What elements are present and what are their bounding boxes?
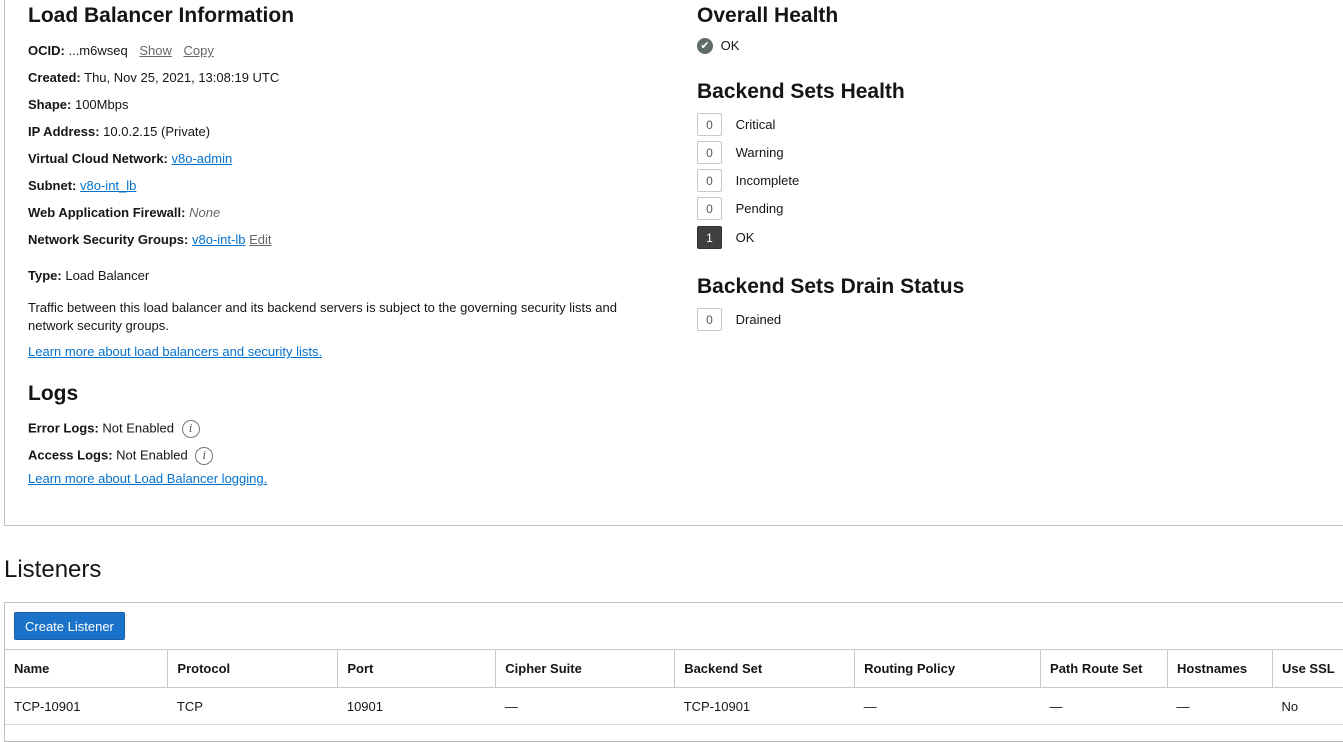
cell-protocol: TCP bbox=[167, 687, 338, 725]
shape-label: Shape: bbox=[28, 97, 72, 112]
warning-count[interactable]: 0 bbox=[697, 141, 722, 164]
nsg-edit-link[interactable]: Edit bbox=[249, 232, 271, 247]
vcn-link[interactable]: v8o-admin bbox=[172, 151, 233, 166]
warning-label: Warning bbox=[735, 145, 784, 160]
ocid-value: ...m6wseq bbox=[68, 43, 128, 58]
ocid-copy-link[interactable]: Copy bbox=[184, 43, 214, 58]
column-header-port[interactable]: Port bbox=[337, 649, 497, 688]
logs-title: Logs bbox=[28, 382, 79, 405]
error-logs-label: Error Logs: bbox=[28, 420, 99, 436]
cell-use-ssl: No bbox=[1272, 687, 1343, 725]
cell-hostnames: — bbox=[1167, 687, 1273, 725]
critical-count[interactable]: 0 bbox=[697, 113, 722, 136]
ocid-row: OCID: ...m6wseq Show Copy bbox=[28, 43, 214, 58]
health-item-incomplete: 0 Incomplete bbox=[697, 169, 799, 192]
nsg-label: Network Security Groups: bbox=[28, 232, 189, 247]
ip-label: IP Address: bbox=[28, 124, 100, 139]
listeners-table-panel: Create Listener Name Protocol Port Ciphe… bbox=[4, 602, 1343, 742]
drained-label: Drained bbox=[735, 312, 782, 327]
drain-status-title: Backend Sets Drain Status bbox=[697, 275, 965, 298]
created-row: Created: Thu, Nov 25, 2021, 13:08:19 UTC bbox=[28, 70, 279, 85]
ok-label: OK bbox=[735, 230, 755, 245]
nsg-row: Network Security Groups: v8o-int-lb Edit bbox=[28, 232, 272, 247]
column-header-cipher-suite[interactable]: Cipher Suite bbox=[495, 649, 676, 688]
create-listener-button[interactable]: Create Listener bbox=[14, 612, 125, 640]
overall-health-title: Overall Health bbox=[697, 4, 839, 27]
access-logs-label: Access Logs: bbox=[28, 447, 113, 463]
health-item-warning: 0 Warning bbox=[697, 141, 784, 164]
table-header-row: Name Protocol Port Cipher Suite Backend … bbox=[5, 649, 1343, 688]
ip-value: 10.0.2.15 (Private) bbox=[103, 124, 211, 139]
column-header-routing-policy[interactable]: Routing Policy bbox=[854, 649, 1042, 688]
drain-item-drained: 0 Drained bbox=[697, 308, 781, 331]
drained-count[interactable]: 0 bbox=[697, 308, 722, 331]
shape-row: Shape: 100Mbps bbox=[28, 97, 128, 112]
critical-label: Critical bbox=[735, 117, 776, 132]
column-header-path-route-set[interactable]: Path Route Set bbox=[1040, 649, 1168, 688]
logging-learn-more: Learn more about Load Balancer logging. bbox=[28, 471, 267, 486]
error-logs-value: Not Enabled bbox=[102, 420, 174, 436]
nsg-link[interactable]: v8o-int-lb bbox=[192, 232, 245, 247]
subnet-link[interactable]: v8o-int_lb bbox=[80, 178, 136, 193]
ocid-show-link[interactable]: Show bbox=[139, 43, 172, 58]
load-balancer-details-panel: Load Balancer Information OCID: ...m6wse… bbox=[4, 0, 1343, 526]
cell-name: TCP-10901 bbox=[5, 687, 168, 725]
info-icon[interactable]: i bbox=[181, 420, 200, 438]
column-header-name[interactable]: Name bbox=[5, 649, 169, 688]
column-header-hostnames[interactable]: Hostnames bbox=[1167, 649, 1273, 688]
cell-backend-set: TCP-10901 bbox=[674, 687, 855, 725]
listeners-table: Name Protocol Port Cipher Suite Backend … bbox=[5, 649, 1343, 725]
ip-row: IP Address: 10.0.2.15 (Private) bbox=[28, 124, 210, 139]
cell-port: 10901 bbox=[337, 687, 496, 725]
lb-info-title: Load Balancer Information bbox=[28, 4, 295, 27]
info-icon[interactable]: i bbox=[195, 447, 214, 465]
waf-row: Web Application Firewall: None bbox=[28, 205, 220, 220]
health-item-ok: 1 OK bbox=[697, 226, 754, 249]
security-lists-learn-more-link[interactable]: Learn more about load balancers and secu… bbox=[28, 344, 322, 359]
health-item-pending: 0 Pending bbox=[697, 197, 783, 220]
waf-label: Web Application Firewall: bbox=[28, 205, 186, 220]
created-label: Created: bbox=[28, 70, 81, 85]
waf-value: None bbox=[189, 205, 221, 220]
vcn-row: Virtual Cloud Network: v8o-admin bbox=[28, 151, 232, 166]
vcn-label: Virtual Cloud Network: bbox=[28, 151, 168, 166]
backend-sets-health-title: Backend Sets Health bbox=[697, 80, 905, 103]
cell-cipher-suite: — bbox=[495, 687, 675, 725]
column-header-backend-set[interactable]: Backend Set bbox=[674, 649, 856, 688]
column-header-protocol[interactable]: Protocol bbox=[167, 649, 339, 688]
traffic-note: Traffic between this load balancer and i… bbox=[28, 300, 617, 333]
subnet-row: Subnet: v8o-int_lb bbox=[28, 178, 136, 193]
cell-routing-policy: — bbox=[854, 687, 1041, 725]
incomplete-label: Incomplete bbox=[735, 173, 800, 188]
security-lists-learn-more: Learn more about load balancers and secu… bbox=[28, 344, 322, 359]
health-item-critical: 0 Critical bbox=[697, 113, 775, 136]
access-logs-value: Not Enabled bbox=[116, 447, 188, 463]
error-logs-row: Error Logs: Not Enabled i bbox=[28, 420, 200, 438]
subnet-label: Subnet: bbox=[28, 178, 77, 193]
type-label: Type: bbox=[28, 268, 62, 283]
logging-learn-more-link[interactable]: Learn more about Load Balancer logging. bbox=[28, 471, 267, 486]
pending-label: Pending bbox=[735, 201, 784, 216]
check-circle-icon: ✔ bbox=[697, 37, 713, 54]
overall-health-value: OK bbox=[720, 38, 740, 54]
cell-path-route-set: — bbox=[1040, 687, 1168, 725]
listeners-title: Listeners bbox=[4, 556, 102, 583]
access-logs-row: Access Logs: Not Enabled i bbox=[28, 447, 214, 465]
pending-count[interactable]: 0 bbox=[697, 197, 722, 220]
incomplete-count[interactable]: 0 bbox=[697, 169, 722, 192]
ok-count[interactable]: 1 bbox=[697, 226, 722, 249]
type-value: Load Balancer bbox=[65, 268, 150, 283]
ocid-label: OCID: bbox=[28, 43, 65, 58]
shape-value: 100Mbps bbox=[74, 97, 129, 112]
type-row: Type: Load Balancer bbox=[28, 268, 149, 283]
column-header-use-ssl[interactable]: Use SSL bbox=[1272, 649, 1343, 688]
overall-health-status: ✔ OK bbox=[697, 37, 739, 54]
created-value: Thu, Nov 25, 2021, 13:08:19 UTC bbox=[84, 70, 280, 85]
table-row[interactable]: TCP-10901 TCP 10901 — TCP-10901 — — — No bbox=[5, 687, 1343, 725]
